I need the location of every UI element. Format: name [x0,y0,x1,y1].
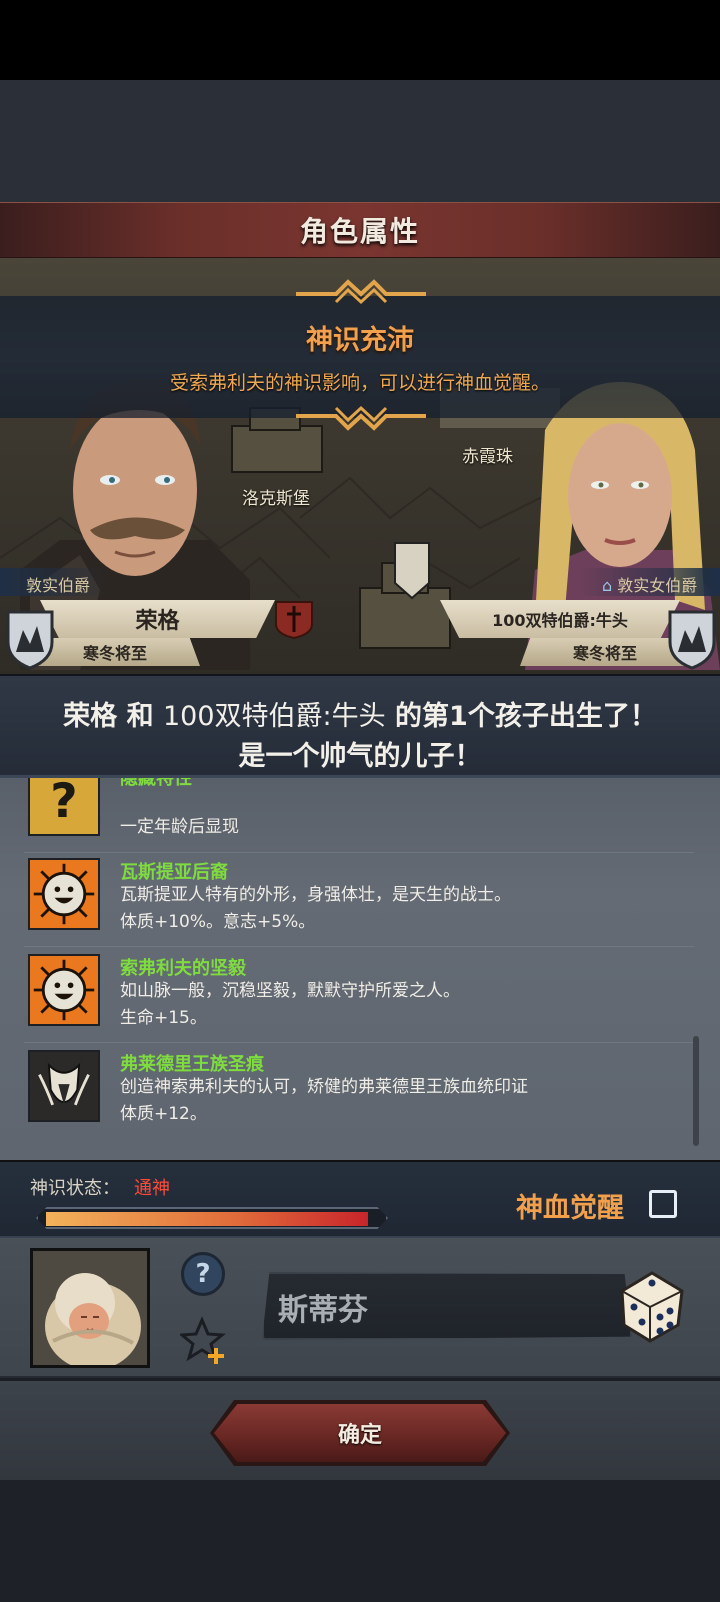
page-title: 角色属性 [299,215,420,248]
trait-item[interactable]: 瓦斯提亚后裔 瓦斯提亚人特有的外形，身强体壮，是天生的战士。 体质+10%。意志… [0,858,720,954]
map-location-label: 洛克斯堡 [242,489,310,509]
divider [24,946,694,947]
trait-name: 弗莱德里王族圣痕 [120,1054,264,1075]
map-location-label: 赤霞珠 [462,447,513,467]
trait-effect: 生命+15。 [120,1008,207,1028]
trait-effect: 体质+10%。意志+5%。 [120,912,316,932]
birth-suffix: 的第1个孩子出生了！ [395,701,657,732]
trait-effect: 体质+12。 [120,1104,207,1124]
father-rank: 敦实伯爵 [0,568,110,596]
mother-name: 100双特伯爵:牛头 [492,611,628,630]
divine-progress-bar [36,1207,388,1229]
ornament-top-icon [296,279,426,305]
bottom-area [0,1480,720,1602]
trait-description: 创造神索弗利夫的认可，矫健的弗莱德里王族血统印证 [120,1077,528,1097]
trait-item[interactable]: 索弗利夫的坚毅 如山脉一般，沉稳坚毅，默默守护所爱之人。 生命+15。 [0,954,720,1050]
smiley-sun-icon [28,954,100,1026]
ornament-bottom-icon [296,405,426,431]
royal-crest-icon [28,1050,100,1122]
father-name-plate[interactable]: 荣格 [40,600,275,638]
marriage-sword-icon [275,601,313,640]
add-favorite-star-icon[interactable] [180,1316,230,1366]
blood-awaken-checkbox[interactable] [649,1190,677,1218]
mother-trait: 寒冬将至 [520,638,690,666]
baby-image [33,1251,147,1365]
awakening-description: 受索弗利夫的神识影响，可以进行神血觉醒。 [169,372,550,394]
trait-description: 瓦斯提亚人特有的外形，身强体壮，是天生的战士。 [120,885,511,905]
confirm-label: 确定 [337,1423,382,1448]
mother-rank: ⌂ 敦实女伯爵 [580,568,720,596]
home-icon: ⌂ [602,576,613,595]
child-name-input[interactable] [278,1284,578,1330]
title-banner: 角色属性 [0,202,720,258]
birth-and: 和 [126,701,154,732]
help-icon[interactable]: ? [181,1252,225,1296]
trait-name: 隐藏特性 [120,778,192,789]
trait-description: 一定年龄后显现 [120,817,239,837]
mother-house-shield-icon [668,610,716,670]
birth-line-1: 荣格 和 100双特伯爵:牛头 的第1个孩子出生了！ [0,694,720,733]
child-name-field[interactable] [262,1272,632,1340]
father-name: 荣格 [135,609,180,634]
awakening-title: 神识充沛 [306,325,414,356]
divine-status-label: 神识状态： [30,1178,120,1199]
blood-awaken-label[interactable]: 神血觉醒 [516,1186,624,1225]
mother-name-plate[interactable]: 100双特伯爵:牛头 [440,600,680,638]
father-house-shield-icon [6,610,54,670]
smiley-sun-icon [28,858,100,930]
divider [24,1042,694,1043]
trait-list-scrollbar[interactable] [693,1036,699,1146]
svg-text:?: ? [50,778,77,829]
birth-line-2: 是一个帅气的儿子！ [238,741,482,772]
birth-father-name: 荣格 [63,701,118,732]
question-icon: ? [28,778,100,836]
mother-rank-label: 敦实女伯爵 [617,576,698,595]
divine-progress-fill [46,1212,368,1226]
trait-description: 如山脉一般，沉稳坚毅，默默守护所爱之人。 [120,981,460,1001]
baby-portrait [30,1248,150,1368]
trait-item[interactable]: 弗莱德里王族圣痕 创造神索弗利夫的认可，矫健的弗莱德里王族血统印证 体质+12。 [0,1050,720,1146]
divider [24,852,694,853]
confirm-button[interactable]: 确定 [214,1404,506,1462]
system-status-bar [0,0,720,80]
random-name-dice-icon[interactable] [612,1267,690,1345]
trait-list[interactable]: ? 隐藏特性 一定年龄后显现 瓦斯提亚后裔 瓦斯提亚人特有的外形，身强体壮，是天… [0,778,720,1160]
birth-mother-name: 100双特伯爵:牛头 [162,701,386,732]
divine-status-value: 通神 [134,1178,170,1199]
father-trait: 寒冬将至 [30,638,200,666]
trait-name: 索弗利夫的坚毅 [120,958,246,979]
trait-name: 瓦斯提亚后裔 [120,862,228,883]
